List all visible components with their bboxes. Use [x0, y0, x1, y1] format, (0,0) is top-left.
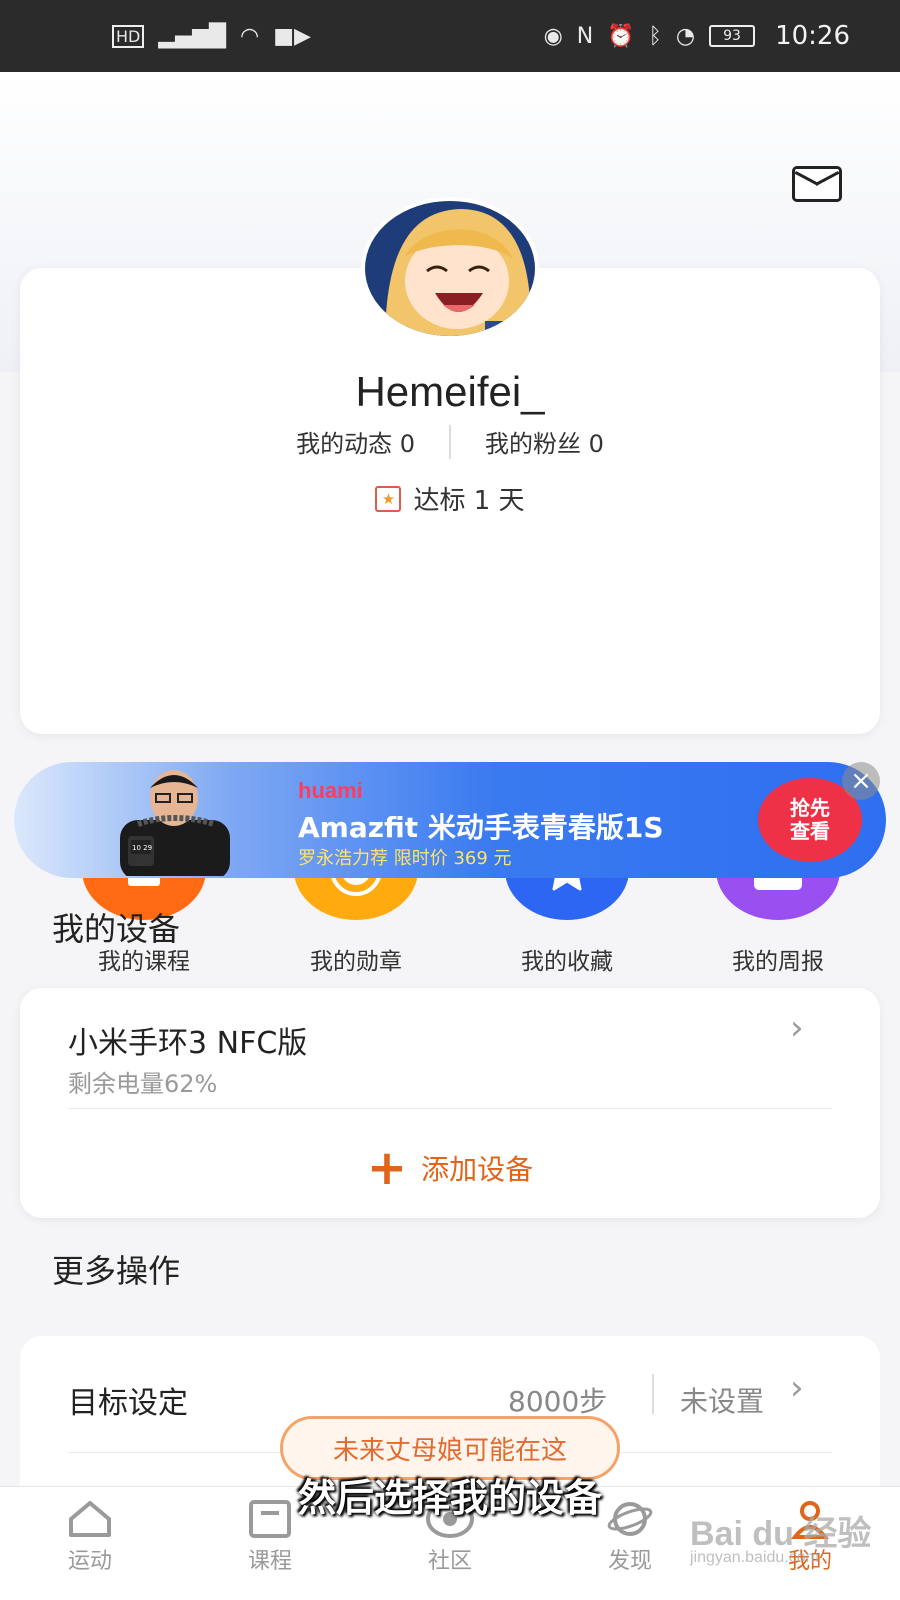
promo-toast-label: 未来丈母娘可能在这 — [332, 1435, 567, 1466]
add-device-label: 添加设备 — [421, 1153, 534, 1186]
baidu-watermark: Bai du 经验 jingyan.baidu.com — [690, 1506, 871, 1567]
tab-label: 课程 — [247, 1549, 292, 1574]
status-right-icons: ◉ N ⏰ ᛒ ◔ 93 10:26 — [544, 21, 850, 51]
goal-setting-label: 目标设定 — [68, 1386, 188, 1421]
chevron-right-icon: › — [790, 1368, 804, 1408]
status-bar: HD ▂▄▆█ ◠ ■▶ ◉ N ⏰ ᛒ ◔ 93 10:26 — [0, 0, 900, 72]
tab-label: 发现 — [607, 1549, 652, 1574]
device-row[interactable]: 小米手环3 NFC版 剩余电量62% › — [20, 988, 880, 1108]
close-icon[interactable]: × — [842, 762, 880, 800]
tab-label: 运动 — [67, 1549, 112, 1574]
goal-badge-icon: ★ — [375, 485, 402, 512]
eye-icon: ◉ — [543, 23, 563, 49]
ad-brand: huami — [298, 778, 363, 803]
alarm-icon: ⏰ — [607, 23, 635, 49]
ad-watch-time: 10 29 — [132, 844, 152, 852]
add-device-button[interactable]: + 添加设备 — [20, 1128, 880, 1208]
ad-banner[interactable]: 10 29 huami Amazfit 米动手表青春版1S 罗永浩力荐 限时价 … — [14, 762, 886, 878]
devices-section-title: 我的设备 — [52, 910, 181, 948]
device-divider — [68, 1108, 832, 1109]
more-section-title: 更多操作 — [52, 1252, 181, 1290]
goal-divider — [652, 1374, 654, 1414]
video-icon: ■▶ — [273, 23, 311, 49]
device-name: 小米手环3 NFC版 — [68, 1026, 308, 1061]
ad-spokesperson-image: 10 29 — [120, 770, 230, 876]
username[interactable]: Hemeifei_ — [0, 368, 900, 416]
devices-card: 小米手环3 NFC版 剩余电量62% › + 添加设备 — [20, 988, 880, 1218]
watermark-main: Bai du 经验 — [690, 1515, 872, 1553]
stats-divider — [449, 424, 451, 459]
mail-icon[interactable] — [792, 166, 842, 202]
goal-status-value: 未设置 — [680, 1385, 765, 1418]
status-time: 10:26 — [775, 21, 850, 51]
quick-action-label: 我的周报 — [732, 949, 824, 975]
chevron-right-icon: › — [790, 1008, 804, 1048]
ad-title: Amazfit 米动手表青春版1S — [298, 811, 664, 844]
signal-4g-icon: ▂▄▆█ — [158, 23, 227, 49]
battery-indicator: 93 — [709, 25, 756, 47]
plus-icon: + — [366, 1140, 408, 1196]
ad-cta-label: 抢先 查看 — [790, 796, 830, 843]
goal-steps-value: 8000步 — [508, 1385, 608, 1418]
ad-subtitle: 罗永浩力荐 限时价 369 元 — [298, 848, 512, 869]
tab-label: 社区 — [427, 1549, 472, 1574]
goal-streak-label: 达标 1 天 — [413, 486, 525, 516]
speed-icon: ◔ — [675, 23, 696, 49]
bluetooth-icon: ᛒ — [648, 23, 662, 49]
nfc-icon: N — [576, 23, 594, 49]
status-left-icons: HD ▂▄▆█ ◠ ■▶ — [112, 24, 311, 49]
wifi-icon: ◠ — [240, 23, 260, 49]
avatar[interactable] — [361, 197, 539, 340]
goal-streak[interactable]: ★ 达标 1 天 — [0, 480, 900, 517]
posts-count[interactable]: 我的动态 0 — [296, 424, 415, 459]
hd-icon: HD — [112, 24, 145, 48]
device-battery: 剩余电量62% — [68, 1070, 218, 1098]
profile-stats: 我的动态 0 我的粉丝 0 — [0, 424, 900, 459]
quick-action-label: 我的勋章 — [310, 949, 402, 975]
quick-action-label: 我的收藏 — [521, 949, 613, 975]
fans-count[interactable]: 我的粉丝 0 — [485, 424, 604, 459]
